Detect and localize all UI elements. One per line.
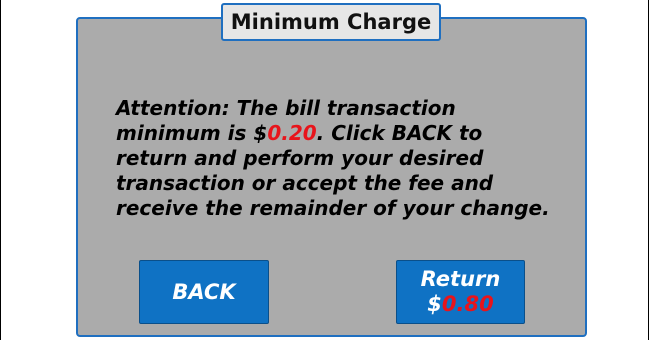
back-button[interactable]: BACK: [139, 260, 269, 324]
minimum-amount: 0.20: [267, 121, 317, 145]
dialog-title-text: Minimum Charge: [230, 10, 432, 34]
back-button-label: BACK: [172, 279, 236, 304]
return-amount-line: $0.80: [427, 292, 493, 317]
return-currency-symbol: $: [427, 292, 442, 316]
attention-message: Attention: The bill transaction minimum …: [116, 96, 556, 221]
return-amount: 0.80: [441, 292, 494, 316]
dialog-title: Minimum Charge: [221, 3, 441, 41]
return-change-button[interactable]: Return $0.80: [396, 260, 525, 324]
return-button-label: Return: [420, 267, 501, 291]
